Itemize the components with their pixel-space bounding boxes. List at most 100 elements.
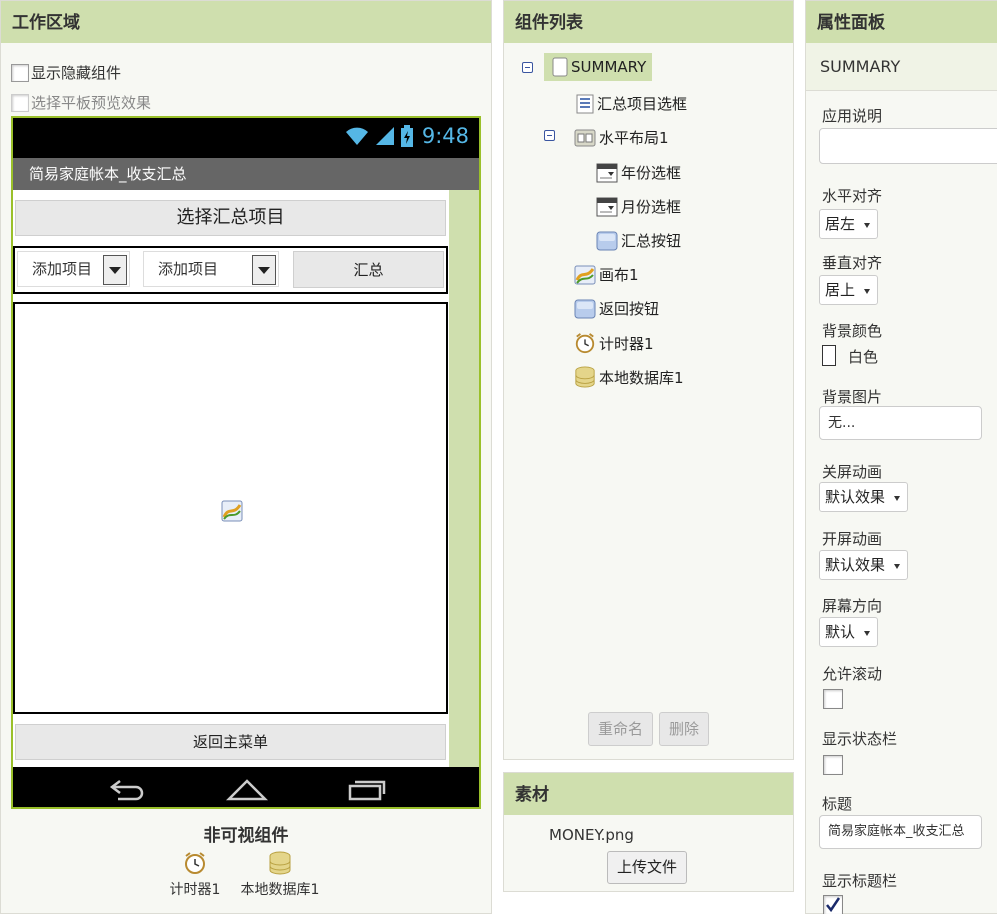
components-title: 组件列表 [504, 1, 793, 43]
nonvisible-timer[interactable]: 计时器1 [165, 851, 225, 899]
horizontal-layout-icon [574, 129, 596, 146]
show-titlebar-label: 显示标题栏 [822, 872, 898, 890]
screen-content: 选择汇总项目 添加项目 添加项目 汇总 返回主菜单 [13, 190, 449, 767]
database-icon [269, 851, 291, 875]
bg-image-label: 背景图片 [822, 388, 883, 406]
v-align-select[interactable]: 居上 [819, 275, 879, 305]
nonvisible-tinydb[interactable]: 本地数据库1 [233, 851, 327, 899]
month-spinner-label: 添加项目 [158, 260, 219, 278]
app-description-input[interactable] [819, 128, 997, 164]
tree-item-canvas-label: 画布1 [599, 266, 639, 284]
h-align-select[interactable]: 居左 [819, 209, 879, 239]
bg-image-picker[interactable]: 无... [819, 406, 982, 440]
tree-item-canvas[interactable]: 画布1 [574, 264, 639, 285]
tablet-preview-label: 选择平板预览效果 [31, 94, 152, 112]
orientation-select[interactable]: 默认 [819, 617, 879, 647]
bg-color-swatch[interactable] [822, 345, 836, 366]
close-anim-label: 关屏动画 [822, 463, 883, 481]
tree-item-list-picker-label: 汇总项目选框 [597, 95, 688, 113]
tree-item-tinydb-label: 本地数据库1 [599, 368, 684, 387]
rename-button[interactable]: 重命名 [588, 712, 654, 746]
tree-item-back-button-label: 返回按钮 [599, 300, 660, 318]
orientation-label: 屏幕方向 [822, 597, 883, 615]
scrollable-checkbox[interactable] [823, 689, 843, 709]
show-status-checkbox[interactable] [823, 755, 843, 775]
title-input[interactable]: 简易家庭帐本_收支汇总 [819, 815, 982, 849]
tree-item-sum-button-label: 汇总按钮 [621, 232, 682, 250]
upload-file-button[interactable]: 上传文件 [607, 851, 688, 884]
assets-title: 素材 [504, 773, 793, 815]
show-hidden-checkbox-box[interactable] [11, 63, 29, 82]
canvas[interactable] [13, 302, 448, 714]
open-anim-label: 开屏动画 [822, 530, 883, 548]
tree-item-timer-label: 计时器1 [599, 334, 654, 353]
tree-item-month-spinner[interactable]: 月份选框 [596, 196, 681, 217]
tree-item-list-picker[interactable]: 汇总项目选框 [576, 93, 687, 114]
screen-title-bar: 简易家庭帐本_收支汇总 [13, 158, 479, 190]
phone-status-bar: 9:48 [13, 118, 479, 158]
bg-color-value[interactable]: 白色 [848, 346, 878, 367]
collapse-summary-icon[interactable] [522, 62, 533, 73]
back-to-menu-button[interactable]: 返回主菜单 [15, 724, 446, 760]
year-spinner-label: 添加项目 [32, 260, 93, 278]
scrollable-label: 允许滚动 [822, 665, 883, 683]
components-panel: 组件列表 SUMMARY 汇总项目选框 水平布局1 年份选框 月份选框 汇总按钮… [503, 0, 794, 760]
h-align-label: 水平对齐 [822, 187, 883, 205]
phone-screen: 选择汇总项目 添加项目 添加项目 汇总 返回主菜单 [13, 190, 479, 767]
tree-item-tinydb[interactable]: 本地数据库1 [574, 366, 684, 388]
properties-panel: 属性面板 SUMMARY 应用说明 水平对齐 居左 垂直对齐 居上 背景颜色 白… [805, 0, 997, 914]
month-spinner[interactable]: 添加项目 [143, 251, 279, 287]
tree-item-summary-label: SUMMARY [571, 58, 647, 76]
wifi-icon [345, 127, 368, 145]
workspace-title: 工作区域 [1, 1, 491, 43]
open-anim-select[interactable]: 默认效果 [819, 550, 909, 580]
properties-title: 属性面板 [806, 1, 997, 43]
tree-item-timer[interactable]: 计时器1 [574, 332, 654, 354]
tree-item-back-button[interactable]: 返回按钮 [574, 298, 659, 319]
sum-button[interactable]: 汇总 [293, 251, 444, 288]
close-anim-select[interactable]: 默认效果 [819, 482, 909, 512]
button-icon [574, 299, 596, 318]
show-hidden-checkbox[interactable]: 显示隐藏组件 [11, 62, 121, 83]
delete-button[interactable]: 删除 [659, 712, 710, 746]
battery-icon [400, 125, 413, 147]
chevron-down-icon[interactable] [252, 255, 276, 285]
show-status-label: 显示状态栏 [822, 730, 898, 748]
collapse-hlayout-icon[interactable] [544, 130, 555, 141]
select-summary-button[interactable]: 选择汇总项目 [15, 200, 446, 236]
workspace-panel: 工作区域 显示隐藏组件 选择平板预览效果 9:48 简易家庭帐本_收支汇总 选择… [0, 0, 492, 914]
show-titlebar-checkbox[interactable] [823, 895, 843, 914]
canvas-icon [221, 500, 243, 522]
status-time: 9:48 [421, 124, 469, 148]
nonvisible-tinydb-label: 本地数据库1 [240, 882, 320, 898]
spinner-icon [596, 197, 618, 216]
title-label: 标题 [822, 795, 853, 813]
signal-icon [375, 127, 394, 145]
v-align-label: 垂直对齐 [822, 254, 883, 272]
asset-file-item[interactable]: MONEY.png [549, 826, 634, 844]
tree-item-year-spinner[interactable]: 年份选框 [596, 162, 681, 183]
recent-apps-icon[interactable] [347, 777, 387, 801]
tablet-preview-checkbox-box[interactable] [11, 93, 29, 112]
tree-item-hlayout-label: 水平布局1 [599, 129, 669, 147]
clock-icon [575, 333, 595, 354]
back-icon[interactable] [108, 777, 146, 801]
bg-color-label: 背景颜色 [822, 322, 883, 340]
year-spinner[interactable]: 添加项目 [17, 251, 130, 287]
tree-item-sum-button[interactable]: 汇总按钮 [596, 230, 681, 251]
canvas-icon [574, 265, 596, 284]
tree-item-summary[interactable]: SUMMARY [544, 53, 653, 81]
horizontal-layout[interactable]: 添加项目 添加项目 汇总 [13, 246, 448, 294]
list-picker-icon [576, 94, 594, 113]
phone-nav-bar [13, 767, 479, 807]
checkmark-icon [826, 897, 841, 913]
tablet-preview-checkbox[interactable]: 选择平板预览效果 [11, 92, 151, 113]
app-description-label: 应用说明 [822, 107, 883, 125]
show-hidden-label: 显示隐藏组件 [31, 64, 122, 82]
tree-item-hlayout[interactable]: 水平布局1 [574, 127, 669, 148]
home-icon[interactable] [226, 777, 268, 801]
assets-panel: 素材 MONEY.png 上传文件 [503, 772, 794, 892]
database-icon [575, 366, 595, 388]
chevron-down-icon[interactable] [103, 255, 127, 285]
tree-item-month-spinner-label: 月份选框 [621, 198, 682, 216]
